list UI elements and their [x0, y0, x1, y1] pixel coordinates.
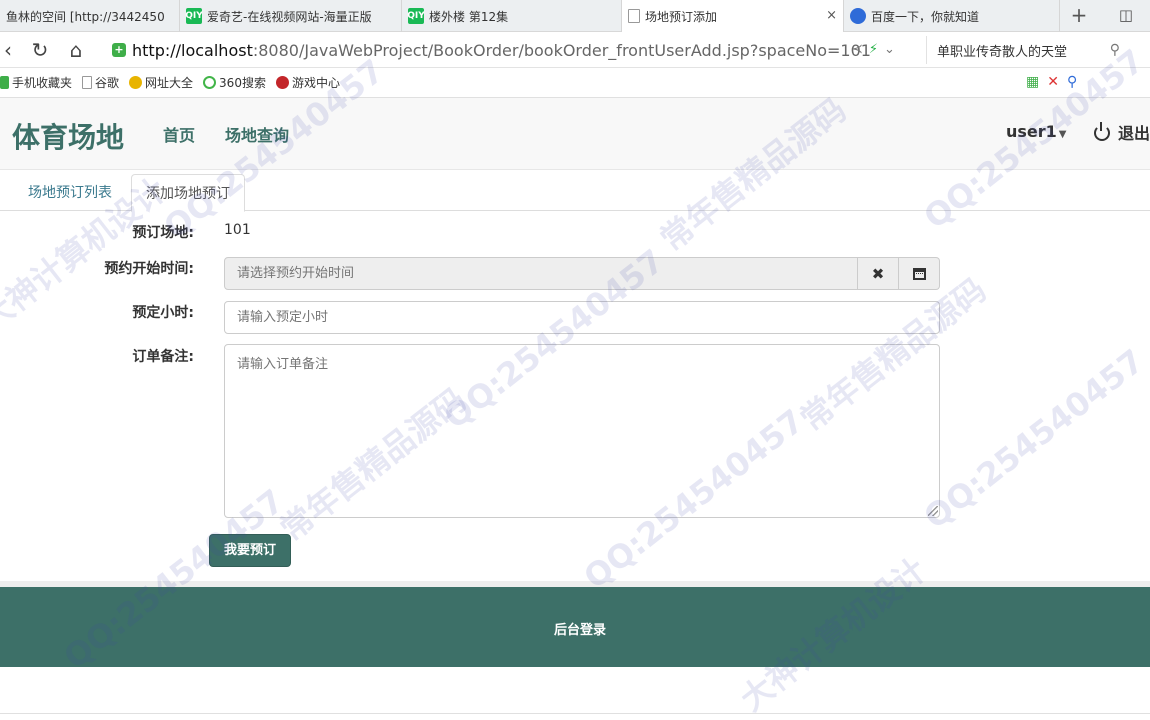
- nav-tabs: 场地预订列表 添加场地预订: [0, 170, 1150, 212]
- bolt-icon[interactable]: ⚡: [869, 42, 884, 57]
- clear-icon[interactable]: ✖: [858, 257, 899, 290]
- memo-textarea[interactable]: [224, 344, 940, 518]
- bookmark-label: 手机收藏夹: [12, 76, 73, 90]
- game-icon: [275, 76, 289, 89]
- nav-home[interactable]: 首页: [163, 122, 195, 146]
- calendar-icon: [912, 267, 926, 280]
- browser-tab-title: 鱼林的空间 [http://3442450: [6, 9, 165, 24]
- shirt-skin-icon[interactable]: ◫: [1114, 6, 1138, 26]
- browser-tab-title: 场地预订添加: [645, 9, 718, 24]
- logout-label: 退出: [1118, 124, 1150, 143]
- bookmark-label: 网址大全: [145, 76, 194, 90]
- bookmark-tools: ▦✕⚲: [1026, 74, 1085, 90]
- calendar-button[interactable]: [899, 257, 940, 290]
- app-navbar: 体育场地 首页 场地查询 user1 ▼ 退出: [0, 98, 1150, 170]
- chevron-down-icon[interactable]: ⌄: [884, 42, 901, 57]
- space-value: 101: [224, 222, 251, 238]
- scissors-icon[interactable]: ✕: [1047, 74, 1067, 90]
- page-icon: [82, 76, 93, 89]
- caret-down-icon: ▼: [1058, 129, 1067, 140]
- bookmark-hao[interactable]: 网址大全: [129, 74, 193, 91]
- hours-label: 预定小时:: [132, 305, 194, 321]
- phone-icon: [0, 76, 9, 89]
- secure-icon: +: [112, 43, 126, 57]
- close-tab-icon[interactable]: ×: [826, 8, 837, 23]
- iqiyi-icon: QIY: [185, 8, 203, 24]
- brand-title[interactable]: 体育场地: [12, 116, 124, 156]
- start-time-input[interactable]: [224, 257, 858, 290]
- bookmarks-bar: 手机收藏夹 谷歌 网址大全 360搜索 游戏中心: [0, 68, 1150, 98]
- space-label: 预订场地:: [132, 225, 194, 241]
- memo-label: 订单备注:: [132, 349, 194, 365]
- browser-tab-louwailou[interactable]: QIY 楼外楼 第12集: [402, 0, 622, 32]
- browser-tab-iqiyi[interactable]: QIY 爱奇艺-在线视频网站-海量正版: [180, 0, 402, 32]
- reload-icon[interactable]: ↻: [28, 38, 52, 62]
- bottom-divider: [0, 713, 1150, 714]
- browser-tab-space[interactable]: 鱼林的空间 [http://3442450: [0, 0, 180, 32]
- url-field[interactable]: + http://localhost:8080/JavaWebProject/B…: [112, 36, 922, 64]
- browser-tab-title: 百度一下，你就知道: [871, 9, 980, 24]
- home-icon[interactable]: ⌂: [64, 38, 88, 62]
- hours-input[interactable]: [224, 301, 940, 334]
- footer: 后台登录: [0, 587, 1150, 667]
- admin-login-link[interactable]: 后台登录: [554, 619, 606, 638]
- address-tools: ≺⚡⌄: [852, 42, 901, 57]
- url-host: http://localhost: [132, 40, 253, 60]
- search-icon[interactable]: ⚲: [1110, 42, 1120, 58]
- start-time-label: 预约开始时间:: [104, 261, 194, 277]
- resize-handle[interactable]: [928, 506, 938, 516]
- bookmark-360[interactable]: 360搜索: [203, 74, 266, 91]
- tab-order-list[interactable]: 场地预订列表: [14, 174, 126, 211]
- browser-tab-baidu[interactable]: 百度一下，你就知道: [844, 0, 1060, 32]
- new-tab-button[interactable]: +: [1066, 4, 1092, 28]
- nav-space-query[interactable]: 场地查询: [225, 122, 289, 146]
- user-name: user1: [1006, 122, 1057, 141]
- bookmark-label: 谷歌: [95, 76, 120, 90]
- search-input[interactable]: 单职业传奇散人的天堂 ⚲: [926, 36, 1126, 64]
- browser-tab-title: 楼外楼 第12集: [429, 9, 509, 24]
- iqiyi-icon: QIY: [407, 8, 425, 24]
- logout-link[interactable]: 退出: [1094, 120, 1150, 144]
- search-text: 单职业传奇散人的天堂: [937, 44, 1068, 60]
- url-path: :8080/JavaWebProject/BookOrder/bookOrder…: [252, 40, 871, 60]
- back-icon[interactable]: ‹: [0, 38, 20, 62]
- search-icon[interactable]: ⚲: [1067, 74, 1085, 90]
- bookmark-label: 游戏中心: [291, 76, 340, 90]
- bookmark-google[interactable]: 谷歌: [82, 74, 119, 91]
- user-dropdown[interactable]: user1 ▼: [1006, 122, 1067, 141]
- start-time-group: ✖: [224, 257, 940, 290]
- address-bar-row: ‹ ↻ ⌂ + http://localhost:8080/JavaWebPro…: [0, 32, 1150, 68]
- hao-icon: [129, 76, 143, 89]
- share-icon[interactable]: ≺: [852, 42, 869, 57]
- page-icon: [628, 9, 640, 23]
- translate-icon[interactable]: ▦: [1026, 74, 1047, 90]
- baidu-icon: [850, 8, 866, 24]
- power-icon: [1094, 122, 1110, 141]
- bookmark-games[interactable]: 游戏中心: [275, 74, 340, 91]
- bookmark-label: 360搜索: [219, 76, 266, 90]
- browser-tab-active[interactable]: 场地预订添加 ×: [622, 0, 844, 32]
- browser-tab-strip: 鱼林的空间 [http://3442450 QIY 爱奇艺-在线视频网站-海量正…: [0, 0, 1150, 32]
- bookmark-mobile[interactable]: 手机收藏夹: [0, 74, 72, 91]
- submit-order-button[interactable]: 我要预订: [209, 534, 291, 567]
- tab-add-order[interactable]: 添加场地预订: [131, 174, 245, 212]
- 360-icon: [203, 76, 217, 89]
- browser-tab-title: 爱奇艺-在线视频网站-海量正版: [207, 9, 372, 24]
